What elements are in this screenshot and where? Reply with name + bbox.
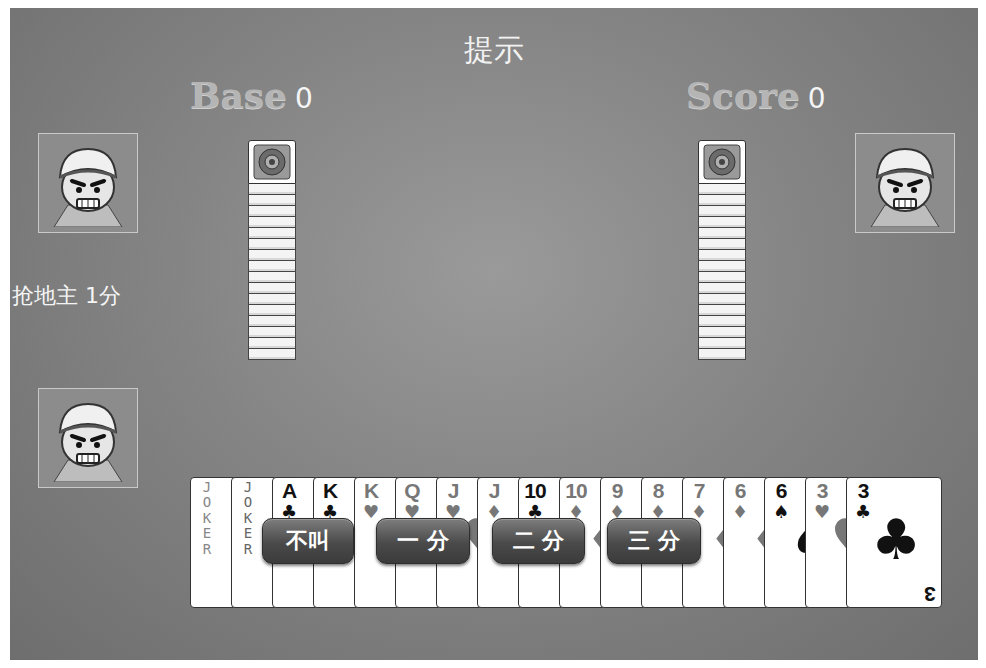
card-rank: J	[448, 480, 459, 502]
card-rank: Q	[404, 480, 419, 502]
card-rank: 10	[524, 480, 545, 502]
right-player-avatar	[855, 133, 955, 233]
card-suit: ♥	[814, 502, 830, 522]
card-edge	[248, 206, 296, 217]
bid-button[interactable]: 一 分	[376, 518, 470, 564]
card-suit: ♦	[732, 502, 748, 522]
playing-card[interactable]: 3♣♣3	[846, 477, 942, 608]
card-rank: A	[282, 480, 296, 502]
card-rank: 10	[565, 480, 586, 502]
bid-message: 抢地主 1分	[12, 282, 121, 311]
card-edge	[698, 294, 746, 305]
card-corner: JOKER	[194, 480, 220, 557]
card-suit: ♥	[363, 502, 379, 522]
card-edge	[248, 316, 296, 327]
card-edge	[698, 239, 746, 250]
score-label: Score	[686, 74, 800, 116]
card-edge	[248, 283, 296, 294]
score-value: 0	[808, 82, 826, 115]
card-rank: J	[489, 480, 500, 502]
card-edge	[698, 316, 746, 327]
self-player-avatar	[38, 388, 138, 488]
card-back	[248, 140, 296, 184]
card-edge	[248, 294, 296, 305]
card-corner: JOKER	[235, 480, 261, 557]
card-back	[698, 140, 746, 184]
card-rank: K	[364, 480, 378, 502]
card-edge	[248, 195, 296, 206]
card-edge	[248, 272, 296, 283]
card-rank: 9	[612, 480, 623, 502]
card-edge	[248, 184, 296, 195]
card-suit: ♣	[855, 502, 871, 522]
card-rank: 6	[735, 480, 746, 502]
card-edge	[698, 272, 746, 283]
card-edge	[248, 327, 296, 338]
card-edge	[248, 228, 296, 239]
card-edge	[698, 217, 746, 228]
card-edge	[248, 217, 296, 228]
card-rank: 6	[776, 480, 787, 502]
player-avatar-icon	[44, 139, 132, 227]
bid-button[interactable]: 不叫	[262, 518, 354, 564]
card-back-icon	[252, 143, 292, 181]
card-rank: 7	[694, 480, 705, 502]
opponent-card-stack	[248, 140, 296, 360]
bid-buttons: 不叫一 分二 分三 分	[262, 518, 701, 564]
base-value: 0	[295, 82, 313, 115]
card-edge	[698, 283, 746, 294]
card-back-icon	[702, 143, 742, 181]
page: 提示Base0Score0抢地主 1分JOKERJOKERA♣♣K♣♣K♥♥Q♥…	[0, 0, 986, 668]
card-rank: 3	[817, 480, 828, 502]
card-edge	[248, 338, 296, 349]
bid-button[interactable]: 二 分	[492, 518, 586, 564]
card-edge	[248, 239, 296, 250]
card-edge	[698, 305, 746, 316]
score-display: Score0	[686, 74, 826, 116]
joker-label: JOKER	[200, 480, 214, 557]
opponent-card-stack	[698, 140, 746, 360]
card-suit: ♠	[773, 502, 789, 522]
card-edge	[248, 305, 296, 316]
player-avatar-icon	[44, 394, 132, 482]
card-edge	[698, 228, 746, 239]
base-display: Base0	[190, 74, 313, 116]
game-table: 提示Base0Score0抢地主 1分JOKERJOKERA♣♣K♣♣K♥♥Q♥…	[10, 8, 978, 660]
card-edge	[248, 349, 296, 360]
card-edge	[698, 184, 746, 195]
card-edge	[698, 250, 746, 261]
card-center-suit: ♣	[871, 512, 921, 568]
hint-title[interactable]: 提示	[10, 30, 978, 69]
base-label: Base	[190, 74, 287, 116]
card-edge	[698, 349, 746, 360]
player-avatar-icon	[861, 139, 949, 227]
card-edge	[698, 206, 746, 217]
card-rank: 8	[653, 480, 664, 502]
card-edge	[698, 338, 746, 349]
card-edge	[248, 261, 296, 272]
card-edge	[698, 327, 746, 338]
joker-label: JOKER	[241, 480, 255, 557]
bid-button[interactable]: 三 分	[607, 518, 701, 564]
card-rank: 3	[858, 480, 869, 502]
left-player-avatar	[38, 133, 138, 233]
card-edge	[248, 250, 296, 261]
card-rank-bottom: 3	[924, 583, 936, 605]
card-edge	[698, 261, 746, 272]
card-rank: K	[323, 480, 337, 502]
card-edge	[698, 195, 746, 206]
